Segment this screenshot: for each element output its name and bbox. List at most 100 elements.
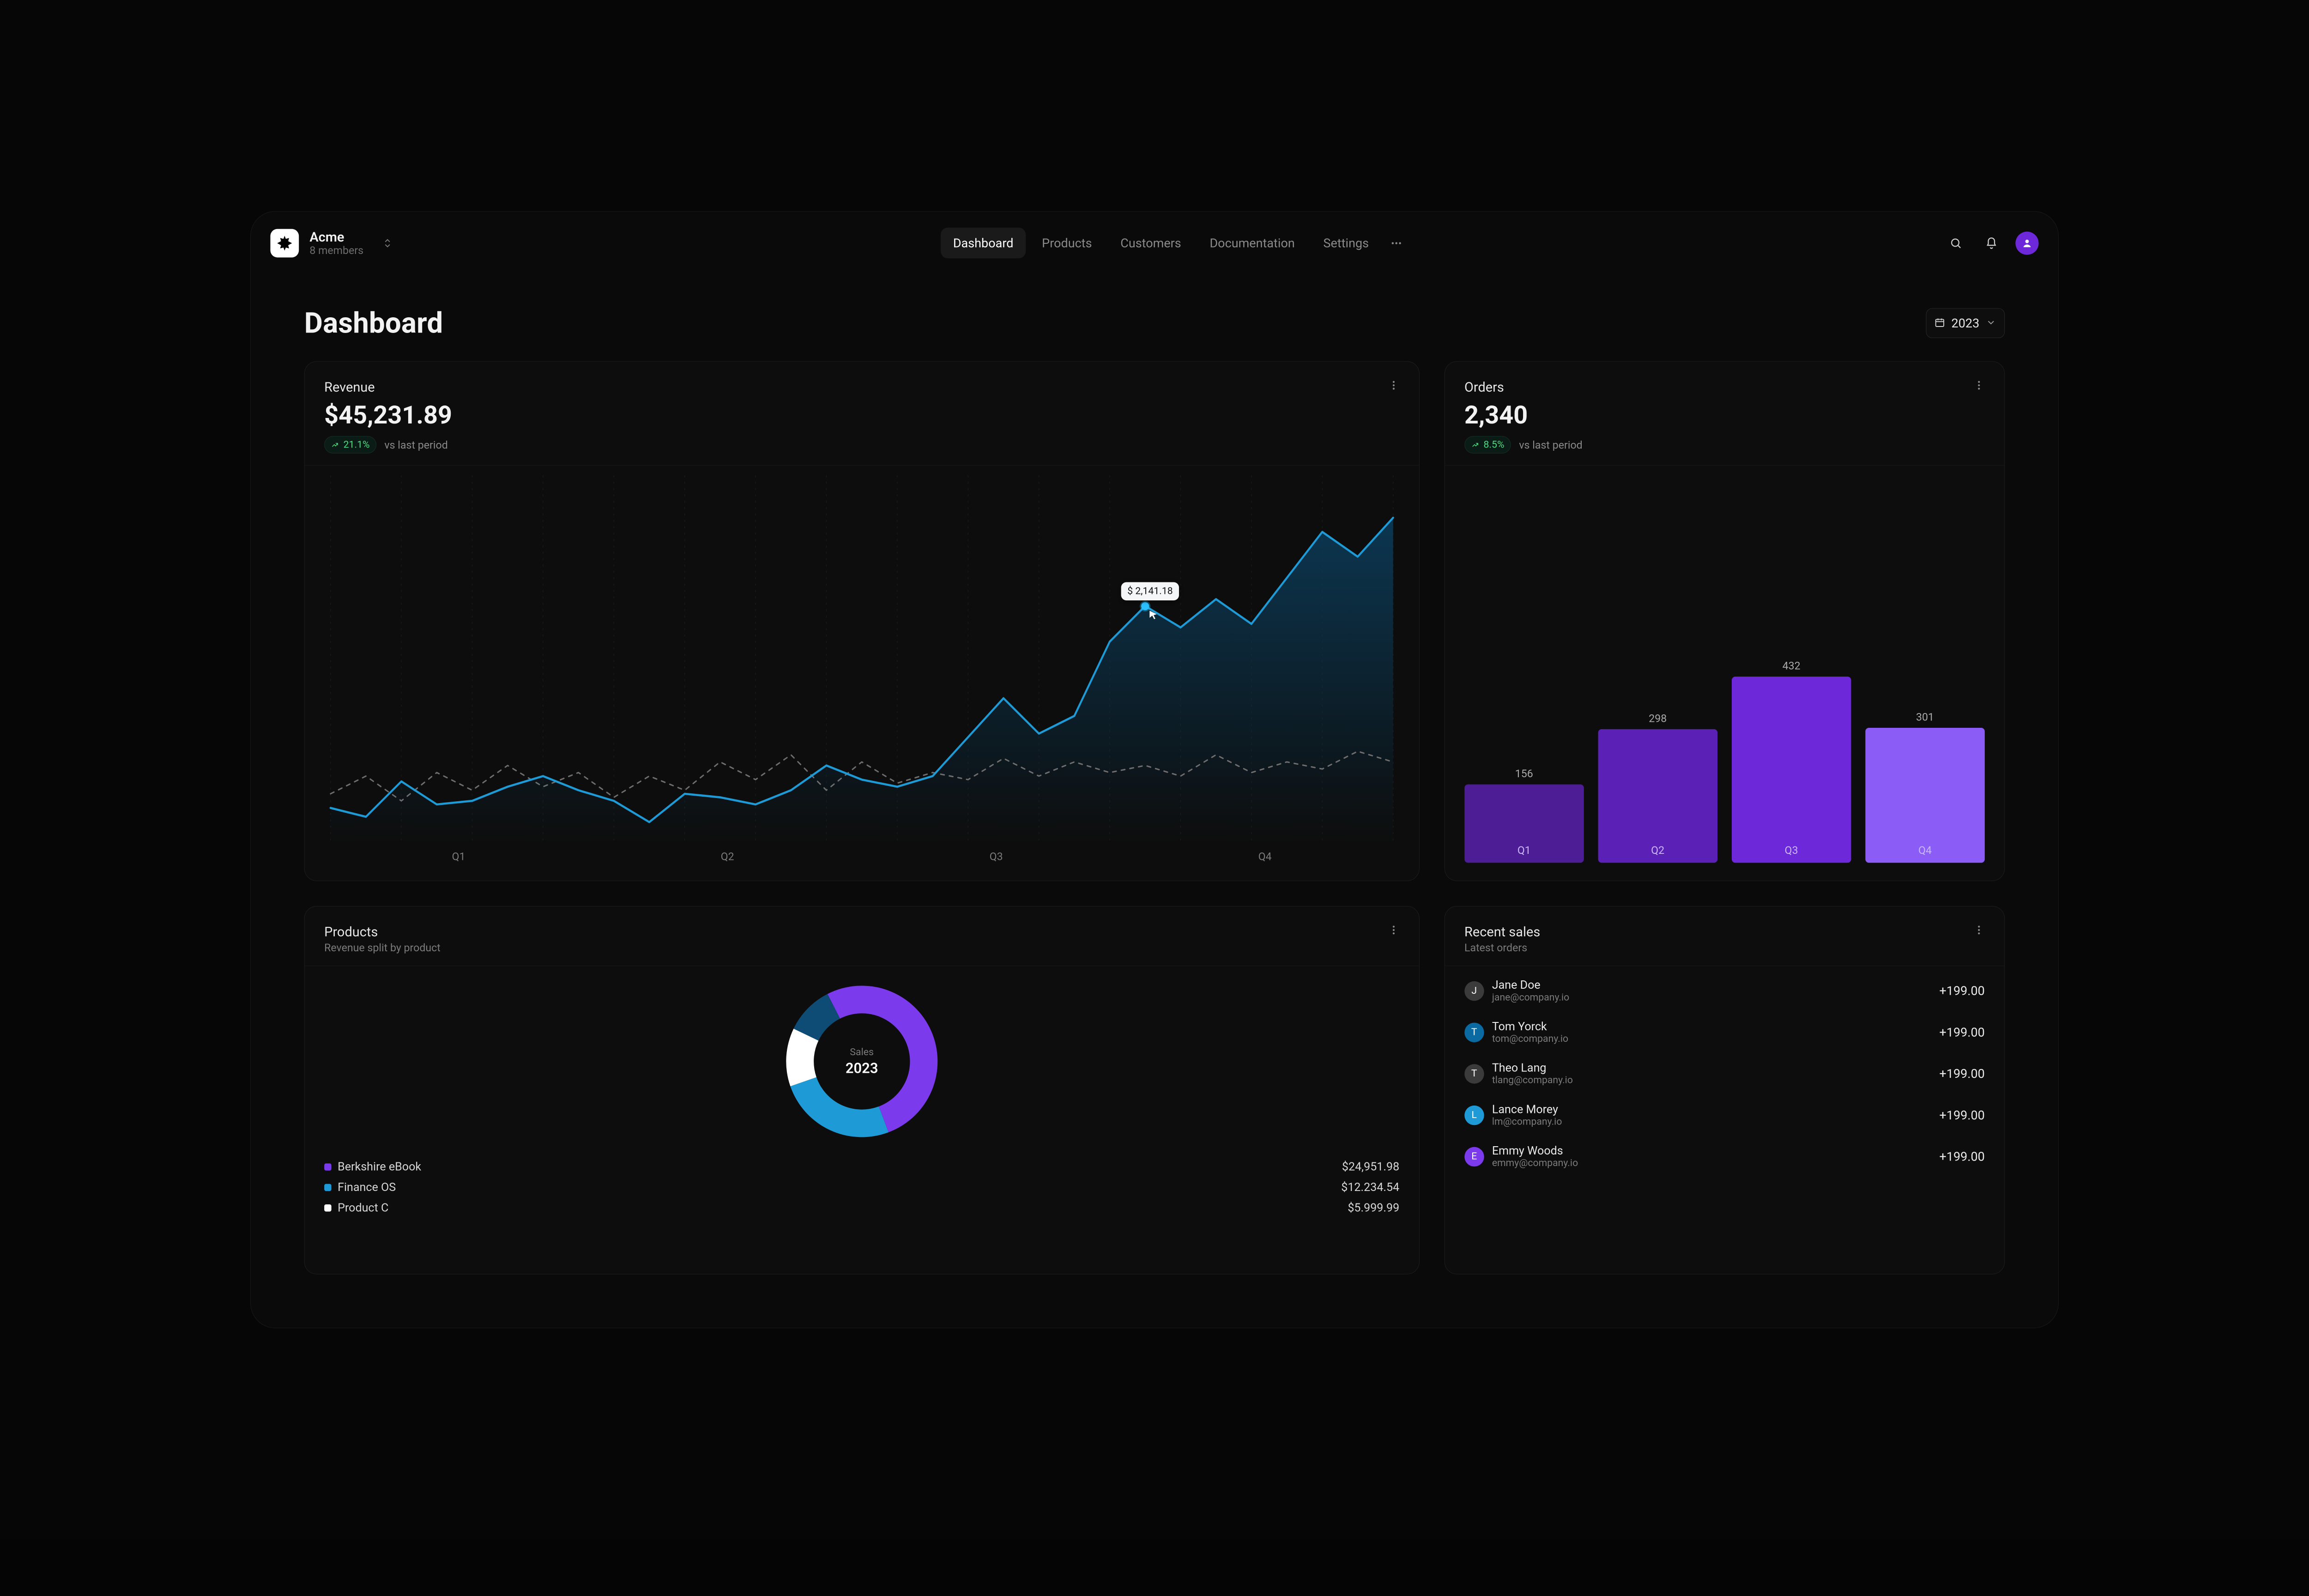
orders-menu[interactable] [1973, 380, 1985, 393]
brand-logo[interactable] [270, 229, 299, 257]
revenue-kpi: $45,231.89 [324, 400, 452, 430]
products-legend: Berkshire eBook$24,951.98Finance OS$12.2… [324, 1161, 1399, 1215]
sale-email: jane@company.io [1492, 992, 1569, 1003]
orders-delta-note: vs last period [1519, 439, 1582, 451]
bar-rect: Q3 [1732, 677, 1851, 863]
sale-amount: +199.00 [1939, 1025, 1984, 1040]
products-head: Products Revenue split by product [324, 925, 1399, 955]
orders-delta-pill: 8.5% [1464, 436, 1511, 453]
recent-sales-card: Recent sales Latest orders JJane Doejane… [1445, 906, 2005, 1274]
products-donut[interactable]: Sales 2023 [777, 977, 947, 1147]
calendar-icon [1934, 317, 1945, 329]
sale-amount: +199.00 [1939, 1108, 1984, 1123]
products-title: Products [324, 925, 441, 940]
search-button[interactable] [1944, 231, 1967, 254]
notifications-button[interactable] [1980, 231, 2003, 254]
nav-dashboard[interactable]: Dashboard [941, 228, 1026, 259]
year-picker[interactable]: 2023 [1926, 308, 2005, 338]
x-tick: Q4 [1258, 851, 1272, 863]
sales-list: JJane Doejane@company.io+199.00TTom Yorc… [1464, 974, 1985, 1173]
orders-head: Orders 2,340 8.5% vs last period [1464, 380, 1985, 453]
revenue-card: Revenue $45,231.89 21.1% vs last period [304, 361, 1420, 881]
sale-row[interactable]: JJane Doejane@company.io+199.00 [1464, 974, 1985, 1008]
sale-name: Emmy Woods [1492, 1144, 1578, 1158]
orders-kpi-sub: 8.5% vs last period [1464, 436, 1583, 453]
chevron-down-icon [1986, 317, 1996, 329]
nav-more[interactable] [1385, 228, 1408, 259]
sale-avatar: J [1464, 981, 1484, 1001]
profile-button[interactable] [2015, 231, 2038, 254]
sale-amount: +199.00 [1939, 984, 1984, 998]
brand-block: Acme 8 members [270, 229, 404, 257]
revenue-plot[interactable]: $ 2,141.18 [324, 475, 1399, 843]
sales-subtitle: Latest orders [1464, 942, 1540, 954]
brand-text: Acme 8 members [309, 230, 363, 256]
nav-documentation[interactable]: Documentation [1197, 228, 1307, 259]
donut-center-year: 2023 [846, 1059, 878, 1076]
orders-bar[interactable]: 156 Q1 [1464, 768, 1584, 863]
legend-name: Product C [338, 1202, 388, 1215]
primary-nav: Dashboard Products Customers Documentati… [417, 228, 1932, 259]
bar-category: Q2 [1651, 844, 1664, 863]
legend-value: $24,951.98 [1342, 1161, 1399, 1174]
sale-name: Lance Morey [1492, 1103, 1562, 1116]
sales-head: Recent sales Latest orders [1464, 925, 1985, 955]
revenue-delta: 21.1% [344, 439, 370, 450]
bar-value: 156 [1515, 768, 1533, 780]
donut-wrap: Sales 2023 [324, 966, 1399, 1157]
sale-name: Theo Lang [1492, 1062, 1573, 1075]
donut-center: Sales 2023 [777, 977, 947, 1147]
sales-menu[interactable] [1973, 925, 1985, 938]
nav-customers[interactable]: Customers [1108, 228, 1193, 259]
topbar-actions [1944, 231, 2038, 254]
legend-swatch [324, 1184, 331, 1191]
dashboard-grid: Revenue $45,231.89 21.1% vs last period [251, 361, 2058, 1328]
revenue-menu[interactable] [1388, 380, 1399, 393]
nav-settings[interactable]: Settings [1311, 228, 1381, 259]
workspace-switcher[interactable] [380, 235, 396, 251]
sale-email: emmy@company.io [1492, 1158, 1578, 1169]
revenue-kpi-sub: 21.1% vs last period [324, 436, 452, 453]
sale-row[interactable]: EEmmy Woodsemmy@company.io+199.00 [1464, 1140, 1985, 1173]
orders-bar[interactable]: 298 Q2 [1598, 712, 1717, 863]
legend-name: Finance OS [338, 1181, 396, 1194]
brand-subtitle: 8 members [309, 244, 363, 256]
revenue-xaxis: Q1 Q2 Q3 Q4 [324, 851, 1399, 863]
orders-head-left: Orders 2,340 8.5% vs last period [1464, 380, 1583, 453]
bar-category: Q3 [1785, 844, 1798, 863]
legend-value: $12.234.54 [1341, 1181, 1399, 1194]
sales-title: Recent sales [1464, 925, 1540, 940]
chart-tooltip: $ 2,141.18 [1121, 582, 1179, 600]
bar-rect: Q4 [1865, 728, 1985, 863]
sale-avatar: T [1464, 1022, 1484, 1042]
sale-avatar: L [1464, 1106, 1484, 1125]
page-title: Dashboard [304, 307, 443, 340]
orders-bar[interactable]: 301Q4 [1865, 711, 1985, 863]
bar-value: 301 [1916, 711, 1934, 723]
orders-plot[interactable]: 156Q1298Q2432Q3301Q4 [1464, 466, 1985, 863]
orders-bar[interactable]: 432 Q3 [1732, 660, 1851, 863]
donut-center-label: Sales [850, 1046, 874, 1058]
bar-value: 298 [1649, 712, 1667, 725]
x-tick: Q3 [990, 851, 1003, 863]
topbar: Acme 8 members Dashboard Products Custom… [251, 212, 2058, 271]
sale-row[interactable]: TTom Yorcktom@company.io+199.00 [1464, 1016, 1985, 1049]
products-menu[interactable] [1388, 925, 1399, 938]
revenue-head-left: Revenue $45,231.89 21.1% vs last period [324, 380, 452, 453]
nav-products[interactable]: Products [1029, 228, 1104, 259]
x-tick: Q2 [721, 851, 734, 863]
sale-row[interactable]: LLance Moreylm@company.io+199.00 [1464, 1099, 1985, 1132]
trend-up-icon [1471, 441, 1479, 448]
revenue-chart: $ 2,141.18 Q1 Q2 Q3 Q4 [324, 475, 1399, 863]
sale-avatar: T [1464, 1064, 1484, 1083]
revenue-title: Revenue [324, 380, 452, 395]
year-label: 2023 [1952, 316, 1980, 331]
orders-card: Orders 2,340 8.5% vs last period [1445, 361, 2005, 881]
x-tick: Q1 [452, 851, 465, 863]
sale-avatar: E [1464, 1147, 1484, 1166]
bar-category: Q1 [1517, 844, 1531, 863]
revenue-head: Revenue $45,231.89 21.1% vs last period [324, 380, 1399, 453]
bar-value: 432 [1783, 660, 1801, 672]
sale-row[interactable]: TTheo Langtlang@company.io+199.00 [1464, 1057, 1985, 1090]
cursor-icon [1148, 610, 1159, 620]
